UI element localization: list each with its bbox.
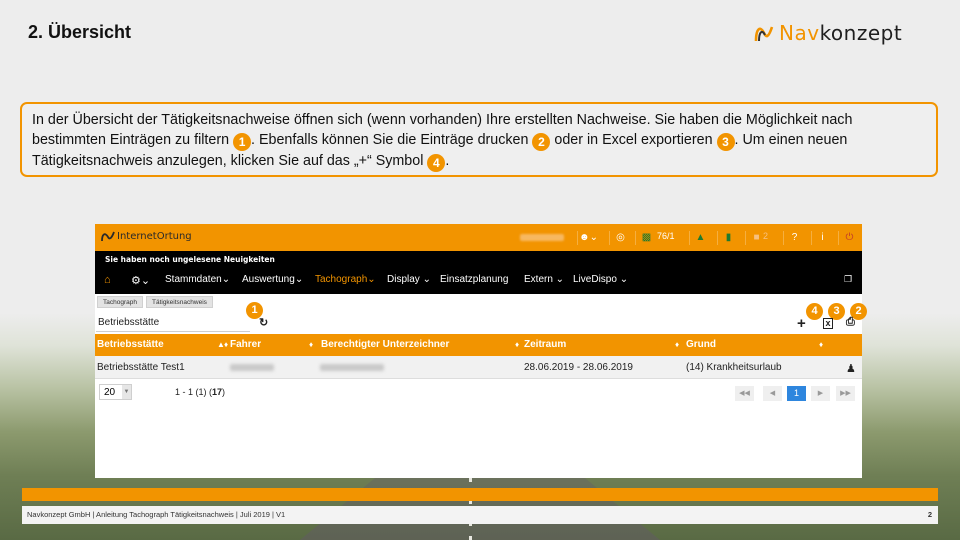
gear-icon[interactable]: ⚙⌄ <box>131 274 150 287</box>
column-header-betriebsstaette[interactable]: Betriebsstätte <box>97 339 164 350</box>
info-icon[interactable]: i <box>811 231 833 245</box>
breadcrumb: Tachograph Tätigkeitsnachweis <box>97 296 213 308</box>
pager: 20 ▼ 1 - 1 (1) (17) ◀◀ ◀ 1 ▶ ▶▶ <box>95 380 862 404</box>
description-text: . Ebenfalls können Sie die Einträge druc… <box>251 132 533 148</box>
breadcrumb-taetigkeitsnachweis[interactable]: Tätigkeitsnachweis <box>145 296 213 308</box>
copy-icon[interactable]: ❐ <box>844 274 852 285</box>
column-header-fahrer[interactable]: Fahrer <box>230 339 261 350</box>
home-icon[interactable]: ⌂ <box>104 274 111 286</box>
internetortung-logo-icon <box>101 231 115 242</box>
page-size-value: 20 <box>104 387 116 398</box>
navkonzept-logo: Nav konzept <box>752 20 942 46</box>
next-page-icon[interactable]: ▶ <box>811 386 830 401</box>
callout-badge-4: 4 <box>427 154 446 172</box>
footer-text: Navkonzept GmbH | Anleitung Tachograph T… <box>27 510 286 519</box>
description-text: oder in Excel exportieren <box>550 132 717 148</box>
description-text: . <box>445 153 450 169</box>
filter-select[interactable]: Betriebsstätte <box>96 313 250 332</box>
column-resize-icon[interactable]: ♦ <box>515 340 519 349</box>
nav-item-einsatzplanung[interactable]: Einsatzplanung <box>440 274 508 285</box>
breadcrumb-tachograph[interactable]: Tachograph <box>97 296 143 308</box>
column-resize-icon[interactable]: ♦ <box>309 340 313 349</box>
column-header-grund[interactable]: Grund <box>686 339 716 350</box>
main-navbar: ⌂ ⚙⌄ Stammdaten⌄ Auswertung⌄ Tachograph⌄… <box>95 268 862 294</box>
chat-icon[interactable]: ▮ <box>717 231 739 245</box>
callout-badge-2: 2 <box>532 133 551 151</box>
current-page-button[interactable]: 1 <box>787 386 806 401</box>
column-header-unterzeichner[interactable]: Berechtigter Unterzeichner <box>321 339 449 350</box>
blurred-user-name <box>520 234 564 241</box>
last-page-icon[interactable]: ▶▶ <box>836 386 855 401</box>
logo-text-konzept: konzept <box>819 21 903 45</box>
table-row[interactable]: Betriebsstätte Test1 28.06.2019 - 28.06.… <box>95 356 862 379</box>
refresh-icon[interactable]: ↻ <box>259 316 268 329</box>
footer-accent-bar <box>22 488 938 501</box>
callout-badge-1: 1 <box>233 133 252 151</box>
page-number: 2 <box>927 510 932 519</box>
column-resize-icon[interactable]: ♦ <box>675 340 679 349</box>
logo-text-nav: Nav <box>779 21 820 45</box>
pager-info: 1 - 1 (1) (17) <box>175 387 226 397</box>
bell-icon[interactable]: ▲ <box>689 231 711 245</box>
messages-icon[interactable]: ▩ <box>635 231 657 245</box>
nav-item-display[interactable]: Display ⌄ <box>387 274 431 285</box>
excel-export-icon[interactable]: x <box>823 318 833 329</box>
description-box: In der Übersicht der Tätigkeitsnachweise… <box>20 102 938 177</box>
app-logo[interactable]: InternetOrtung <box>101 230 192 242</box>
column-header-zeitraum[interactable]: Zeitraum <box>524 339 566 350</box>
cell-betriebsstaette: Betriebsstätte Test1 <box>97 362 185 373</box>
nav-item-livedispo[interactable]: LiveDispo ⌄ <box>573 274 628 285</box>
blurred-cell-unterzeichner <box>320 364 384 371</box>
grid-header: Betriebsstätte ▲ ♦ Fahrer ♦ Berechtigter… <box>95 334 862 356</box>
callout-badge-filter: 1 <box>246 302 263 319</box>
navkonzept-logo-icon <box>754 26 774 42</box>
message-counter: 76/1 <box>657 231 675 241</box>
app-screenshot: InternetOrtung ☻⌄ ◎ ▩ 76/1 ▲ ▮ ■ 2 ? i ⏻… <box>95 224 867 478</box>
footer: Navkonzept GmbH | Anleitung Tachograph T… <box>22 506 938 524</box>
column-resize-icon[interactable]: ♦ <box>224 340 228 349</box>
app-logo-text: InternetOrtung <box>117 230 192 242</box>
user-group-icon[interactable]: ☻⌄ <box>577 231 599 245</box>
print-icon[interactable]: ⎙ <box>846 316 855 329</box>
add-button[interactable]: + <box>797 315 806 332</box>
cell-zeitraum: 28.06.2019 - 28.06.2019 <box>524 362 633 373</box>
nav-item-stammdaten[interactable]: Stammdaten⌄ <box>165 274 230 285</box>
app-topbar: InternetOrtung ☻⌄ ◎ ▩ 76/1 ▲ ▮ ■ 2 ? i ⏻ <box>95 224 862 251</box>
blurred-cell-fahrer <box>230 364 274 371</box>
nav-item-extern[interactable]: Extern ⌄ <box>524 274 564 285</box>
cell-grund: (14) Krankheitsurlaub <box>686 362 782 373</box>
settings-circle-icon[interactable]: ◎ <box>609 231 631 245</box>
nav-item-tachograph[interactable]: Tachograph⌄ <box>315 274 376 285</box>
news-banner[interactable]: Sie haben noch ungelesene Neuigkeiten <box>95 251 862 268</box>
nav-item-auswertung[interactable]: Auswertung⌄ <box>242 274 303 285</box>
road-center-line <box>469 470 472 540</box>
column-resize-icon[interactable]: ♦ <box>819 340 823 349</box>
help-icon[interactable]: ? <box>783 231 805 245</box>
power-icon[interactable]: ⏻ <box>838 231 860 245</box>
user-icon[interactable]: ♟ <box>846 362 856 375</box>
callout-badge-3: 3 <box>716 133 735 151</box>
prev-page-icon[interactable]: ◀ <box>763 386 782 401</box>
chevron-down-icon[interactable]: ▼ <box>122 385 131 399</box>
page-size-select[interactable]: 20 ▼ <box>99 384 132 400</box>
alert-counter: 2 <box>763 231 769 241</box>
first-page-icon[interactable]: ◀◀ <box>735 386 754 401</box>
callout-badge-add: 4 <box>806 303 823 320</box>
page-title: 2. Übersicht <box>28 22 132 42</box>
